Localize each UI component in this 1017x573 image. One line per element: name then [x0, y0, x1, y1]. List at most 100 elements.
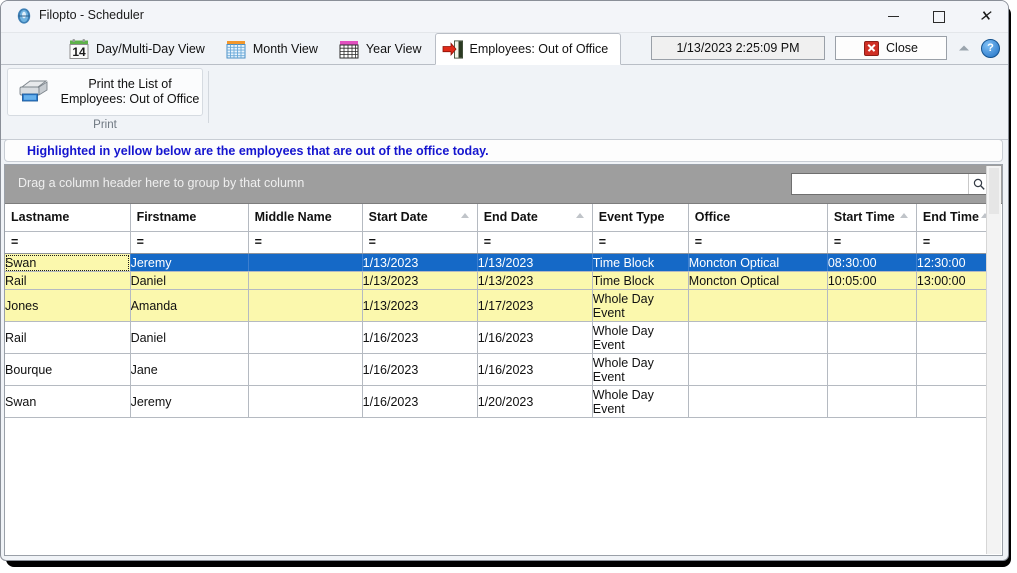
table-cell-event-type[interactable]: Whole Day Event: [592, 289, 689, 322]
column-header-label: End Date: [483, 210, 538, 224]
search-input[interactable]: [792, 174, 968, 194]
chevron-up-icon[interactable]: [957, 41, 971, 55]
tab-year-view[interactable]: Year View: [331, 33, 435, 65]
table-cell-office[interactable]: [688, 321, 828, 354]
close-button[interactable]: Close: [835, 36, 947, 60]
filter-cell-start-time[interactable]: =: [827, 231, 917, 254]
table-cell-lastname[interactable]: Bourque: [5, 353, 131, 386]
filter-cell-middle-name[interactable]: =: [248, 231, 363, 254]
table-row[interactable]: Bourque Jane 1/16/2023 1/16/2023 Whole Day E…: [5, 353, 999, 386]
table-cell-office[interactable]: [688, 289, 828, 322]
table-cell-event-type[interactable]: Whole Day Event: [592, 321, 689, 354]
minimize-button[interactable]: [870, 1, 916, 32]
table-cell-office[interactable]: [688, 385, 828, 418]
table-row[interactable]: Jones Amanda 1/13/2023 1/17/2023 Whole Day E…: [5, 289, 999, 322]
table-cell-end-date[interactable]: 1/13/2023: [477, 271, 593, 290]
table-cell-start-time[interactable]: [827, 353, 917, 386]
table-cell-firstname[interactable]: Jeremy: [130, 385, 249, 418]
table-cell-start-date[interactable]: 1/16/2023: [362, 353, 478, 386]
table-cell-middle-name[interactable]: [248, 253, 363, 272]
ribbon-group-print: Print the List of Employees: Out of Offi…: [7, 68, 209, 136]
table-cell-start-time[interactable]: [827, 289, 917, 322]
table-row[interactable]: Rail Daniel 1/16/2023 1/16/2023 Whole Day Ev…: [5, 321, 999, 354]
table-cell-middle-name[interactable]: [248, 271, 363, 290]
table-cell-middle-name[interactable]: [248, 353, 363, 386]
tab-employees-out-of-office[interactable]: Employees: Out of Office: [434, 33, 622, 65]
filter-cell-firstname[interactable]: =: [130, 231, 249, 254]
column-header-end-date[interactable]: End Date: [477, 204, 593, 232]
table-row[interactable]: Swan Jeremy 1/16/2023 1/20/2023 Whole Day Ev…: [5, 385, 999, 418]
table-cell-firstname[interactable]: Daniel: [130, 271, 249, 290]
calendar-day-14-icon: 14: [68, 38, 90, 60]
maximize-button[interactable]: [916, 1, 962, 32]
filter-cell-office[interactable]: =: [688, 231, 828, 254]
table-cell-end-date[interactable]: 1/20/2023: [477, 385, 593, 418]
table-cell-middle-name[interactable]: [248, 289, 363, 322]
table-cell-firstname[interactable]: Daniel: [130, 321, 249, 354]
table-cell-lastname[interactable]: Swan: [5, 253, 131, 272]
table-cell-middle-name[interactable]: [248, 321, 363, 354]
filter-cell-start-date[interactable]: =: [362, 231, 478, 254]
column-header-start-date[interactable]: Start Date: [362, 204, 478, 232]
red-x-close-icon: [864, 40, 880, 56]
column-header-firstname[interactable]: Firstname: [130, 204, 249, 232]
table-cell-event-type[interactable]: Time Block: [592, 271, 689, 290]
table-cell-office[interactable]: [688, 353, 828, 386]
table-cell-end-date[interactable]: 1/16/2023: [477, 353, 593, 386]
column-header-lastname[interactable]: Lastname: [5, 204, 131, 232]
table-cell-end-date[interactable]: 1/16/2023: [477, 321, 593, 354]
table-cell-start-date[interactable]: 1/13/2023: [362, 271, 478, 290]
table-cell-event-type[interactable]: Whole Day Event: [592, 353, 689, 386]
print-button-line2: Employees: Out of Office: [60, 92, 200, 106]
table-cell-start-date[interactable]: 1/13/2023: [362, 289, 478, 322]
filter-operator: =: [136, 235, 144, 249]
table-cell-start-time[interactable]: [827, 385, 917, 418]
help-question-icon[interactable]: ?: [981, 38, 1000, 58]
table-cell-firstname[interactable]: Jeremy: [130, 253, 249, 272]
table-cell-lastname[interactable]: Rail: [5, 321, 131, 354]
table-cell-lastname[interactable]: Rail: [5, 271, 131, 290]
column-header-middle-name[interactable]: Middle Name: [248, 204, 363, 232]
table-cell-start-time[interactable]: [827, 321, 917, 354]
tab-day-multi-day-view[interactable]: 14 Day/Multi-Day View: [61, 33, 218, 65]
grid-vertical-scrollbar[interactable]: [986, 166, 1001, 554]
exit-door-arrow-icon: [442, 39, 464, 60]
table-cell-start-date[interactable]: 1/16/2023: [362, 385, 478, 418]
table-cell-start-date[interactable]: 1/13/2023: [362, 253, 478, 272]
window-close-button[interactable]: ✕: [962, 1, 1008, 32]
table-cell-lastname[interactable]: Swan: [5, 385, 131, 418]
column-header-start-time[interactable]: Start Time: [827, 204, 917, 232]
filter-cell-end-date[interactable]: =: [477, 231, 593, 254]
table-cell-event-type[interactable]: Time Block: [592, 253, 689, 272]
filter-operator: =: [833, 235, 842, 249]
table-cell-event-type[interactable]: Whole Day Event: [592, 385, 689, 418]
tab-label: Employees: Out of Office: [469, 42, 609, 56]
table-cell-firstname[interactable]: Amanda: [130, 289, 249, 322]
table-cell-office[interactable]: Moncton Optical: [688, 271, 828, 290]
table-row[interactable]: Swan Jeremy 1/13/2023 1/13/2023 Time Block Mo…: [5, 253, 999, 272]
table-cell-start-time[interactable]: 08:30:00: [827, 253, 917, 272]
scrollbar-thumb[interactable]: [989, 168, 999, 214]
table-row[interactable]: Rail Daniel 1/13/2023 1/13/2023 Time Block Mo…: [5, 271, 999, 290]
table-cell-start-time[interactable]: 10:05:00: [827, 271, 917, 290]
grid-filter-row: = = = = = = = = =: [5, 231, 999, 254]
grid-search-box[interactable]: [791, 173, 990, 195]
print-list-button[interactable]: Print the List of Employees: Out of Offi…: [7, 68, 203, 116]
calendar-year-icon: [338, 39, 360, 60]
group-by-panel[interactable]: Drag a column header here to group by th…: [5, 165, 1002, 204]
table-cell-end-date[interactable]: 1/17/2023: [477, 289, 593, 322]
filter-operator: =: [922, 235, 931, 249]
print-button-line1: Print the List of: [88, 77, 172, 91]
table-cell-firstname[interactable]: Jane: [130, 353, 249, 386]
table-cell-start-date[interactable]: 1/16/2023: [362, 321, 478, 354]
column-header-event-type[interactable]: Event Type: [592, 204, 689, 232]
tab-month-view[interactable]: Month View: [218, 33, 331, 65]
table-cell-lastname[interactable]: Jones: [5, 289, 131, 322]
employees-grid: Drag a column header here to group by th…: [4, 164, 1003, 556]
column-header-office[interactable]: Office: [688, 204, 828, 232]
table-cell-end-date[interactable]: 1/13/2023: [477, 253, 593, 272]
table-cell-office[interactable]: Moncton Optical: [688, 253, 828, 272]
filter-cell-event-type[interactable]: =: [592, 231, 689, 254]
table-cell-middle-name[interactable]: [248, 385, 363, 418]
filter-cell-lastname[interactable]: =: [5, 231, 131, 254]
